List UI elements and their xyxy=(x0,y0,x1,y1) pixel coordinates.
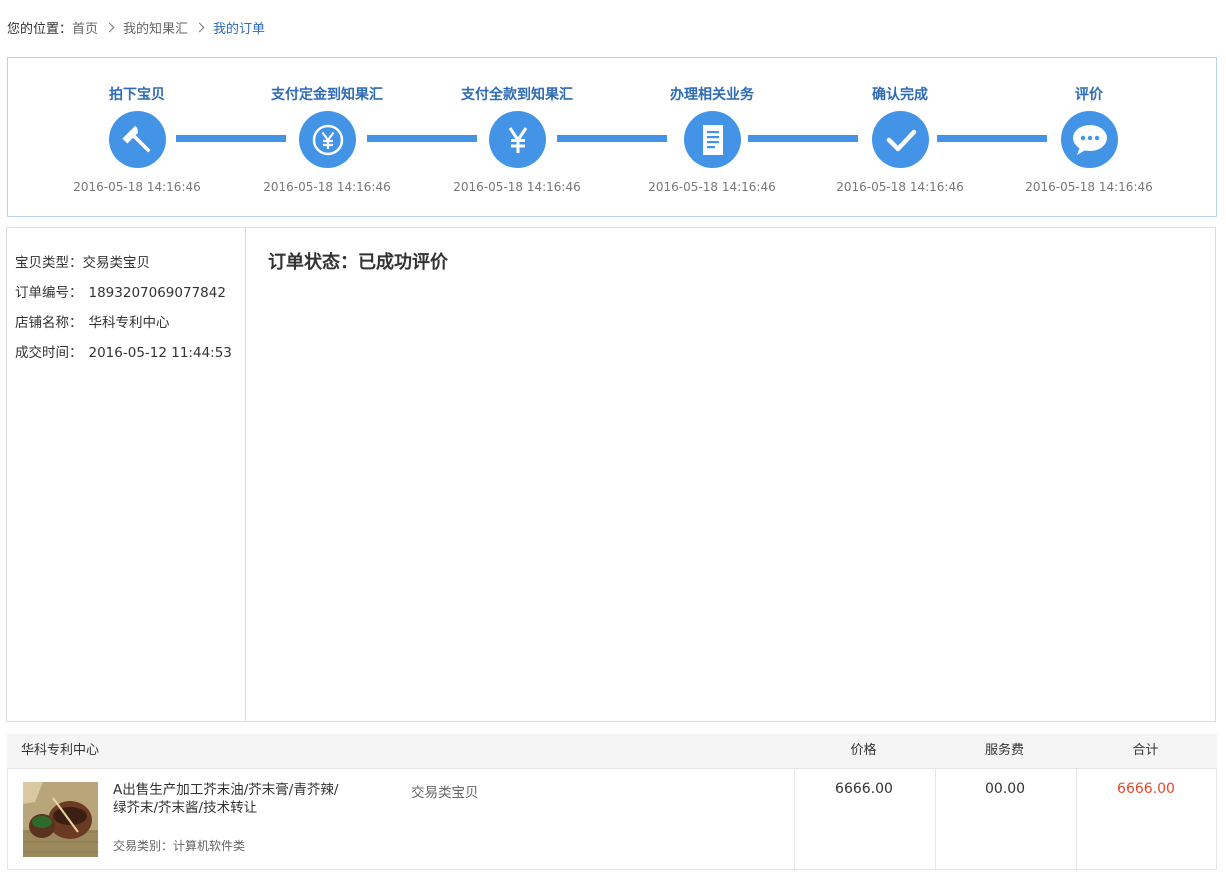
order-number-row: 订单编号： 1893207069077842 xyxy=(15,281,226,301)
deal-time-label: 成交时间： xyxy=(15,345,83,361)
product-category: 交易类别：计算机软件类 xyxy=(113,839,246,853)
shop-name-row: 店铺名称： 华科专利中心 xyxy=(15,311,170,331)
chat-bubble-icon xyxy=(1061,111,1118,168)
step-label: 支付定金到知果汇 xyxy=(271,87,383,103)
yen-coin-icon xyxy=(299,111,356,168)
product-title-link[interactable]: A出售生产加工芥末油/芥末膏/青芥辣/绿芥末/芥末酱/技术转让 xyxy=(113,781,348,817)
step-label: 评价 xyxy=(1075,87,1103,103)
order-type-value: 交易类宝贝 xyxy=(82,255,151,271)
step-time: 2016-05-18 14:16:46 xyxy=(263,180,391,194)
progress-connector xyxy=(367,135,477,142)
total-value: 6666.00 xyxy=(1117,781,1175,797)
chevron-right-icon xyxy=(104,22,115,32)
order-number-label: 订单编号： xyxy=(15,285,83,301)
checkmark-icon xyxy=(872,111,929,168)
order-type-row: 宝贝类型：交易类宝贝 xyxy=(15,251,150,271)
breadcrumb-account-link[interactable]: 我的知果汇 xyxy=(123,18,188,37)
product-thumbnail[interactable] xyxy=(23,782,98,857)
order-number-value: 1893207069077842 xyxy=(88,285,226,301)
breadcrumb-current: 我的订单 xyxy=(213,21,266,37)
yen-icon xyxy=(489,111,546,168)
step-time: 2016-05-18 14:16:46 xyxy=(1025,180,1153,194)
progress-connector xyxy=(557,135,667,142)
progress-connector xyxy=(176,135,286,142)
order-progress: 拍下宝贝 2016-05-18 14:16:46 支付定金到知果汇 2016-0… xyxy=(7,57,1217,217)
order-details: 宝贝类型：交易类宝贝 订单编号： 1893207069077842 店铺名称： 华科… xyxy=(7,228,246,721)
step-time: 2016-05-18 14:16:46 xyxy=(73,180,201,194)
progress-connector xyxy=(748,135,858,142)
breadcrumb: 您的位置： 首页 我的知果汇 我的订单 xyxy=(7,17,265,37)
fee-value: 00.00 xyxy=(984,781,1026,797)
items-table-header: 华科专利中心 价格 服务费 合计 xyxy=(7,734,1217,769)
total-header: 合计 xyxy=(1132,743,1159,758)
step-time: 2016-05-18 14:16:46 xyxy=(836,180,964,194)
step-label: 拍下宝贝 xyxy=(109,87,165,103)
fee-header: 服务费 xyxy=(984,743,1024,758)
chevron-right-icon xyxy=(194,22,205,32)
document-icon xyxy=(684,111,741,168)
step-time: 2016-05-18 14:16:46 xyxy=(453,180,581,194)
order-status: 订单状态：已成功评价 xyxy=(268,252,448,273)
price-value: 6666.00 xyxy=(835,781,893,797)
step-label: 支付全款到知果汇 xyxy=(461,87,573,103)
order-info-panel: 宝贝类型：交易类宝贝 订单编号： 1893207069077842 店铺名称： 华科… xyxy=(6,227,1216,722)
deal-time-value: 2016-05-12 11:44:53 xyxy=(88,345,232,361)
shop-name-header[interactable]: 华科专利中心 xyxy=(21,734,99,768)
deal-time-row: 成交时间： 2016-05-12 11:44:53 xyxy=(15,341,232,361)
price-header: 价格 xyxy=(850,743,877,758)
breadcrumb-label: 您的位置： xyxy=(7,21,73,37)
shop-name-value[interactable]: 华科专利中心 xyxy=(89,315,170,331)
table-row: A出售生产加工芥末油/芥末膏/青芥辣/绿芥末/芥末酱/技术转让 交易类宝贝 交易… xyxy=(7,769,1217,870)
step-label: 办理相关业务 xyxy=(670,87,754,103)
product-type: 交易类宝贝 xyxy=(411,785,479,801)
hammer-icon xyxy=(109,111,166,168)
order-type-label: 宝贝类型： xyxy=(15,255,83,271)
step-time: 2016-05-18 14:16:46 xyxy=(648,180,776,194)
step-label: 确认完成 xyxy=(872,87,928,103)
shop-name-label: 店铺名称： xyxy=(15,315,83,331)
progress-connector xyxy=(937,135,1047,142)
breadcrumb-home-link[interactable]: 首页 xyxy=(72,18,98,37)
